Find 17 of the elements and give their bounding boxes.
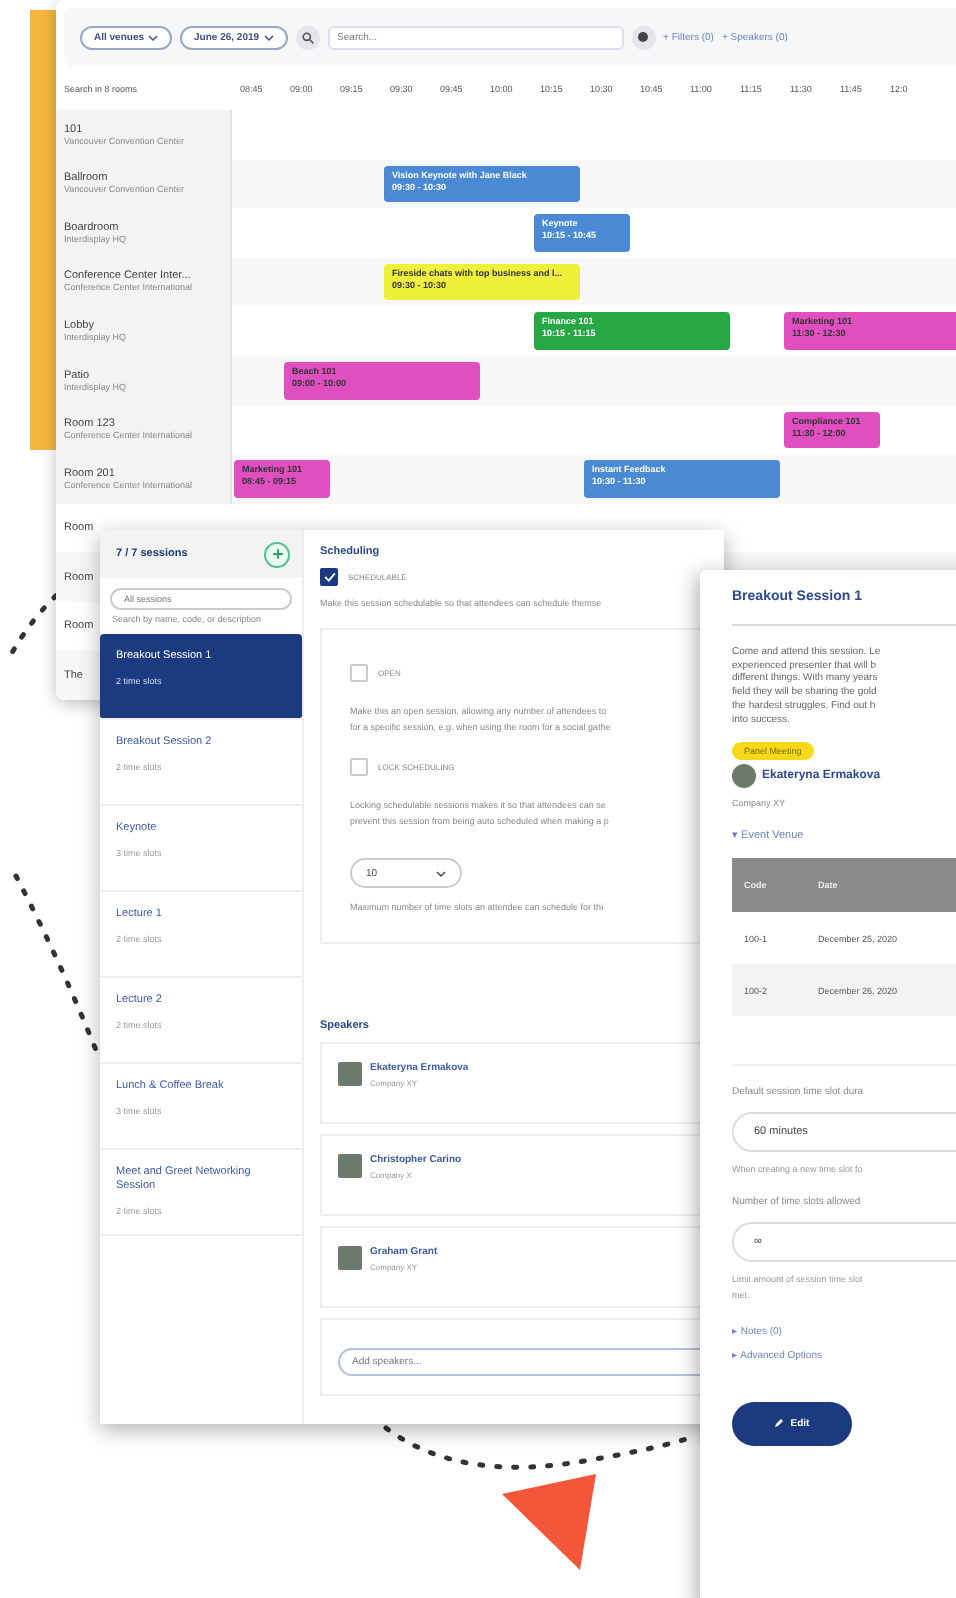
triangle-drawing bbox=[502, 1474, 596, 1570]
pencil-icon bbox=[774, 1418, 785, 1429]
search-button[interactable] bbox=[295, 25, 320, 50]
photo-placeholder bbox=[338, 1153, 362, 1178]
checkbox[interactable] bbox=[320, 568, 338, 586]
photo-placeholder bbox=[338, 1245, 362, 1270]
photo-placeholder bbox=[338, 1061, 362, 1086]
chevron-down-icon bbox=[436, 869, 446, 878]
dot-icon bbox=[638, 32, 649, 43]
chevron-down-icon bbox=[148, 33, 159, 42]
search-icon bbox=[301, 31, 314, 44]
add-button[interactable] bbox=[264, 541, 290, 567]
chevron-down-icon bbox=[263, 33, 274, 42]
plus-icon bbox=[271, 548, 283, 560]
clear-button[interactable] bbox=[631, 25, 656, 50]
check-icon bbox=[323, 572, 335, 582]
avatar bbox=[732, 764, 756, 789]
